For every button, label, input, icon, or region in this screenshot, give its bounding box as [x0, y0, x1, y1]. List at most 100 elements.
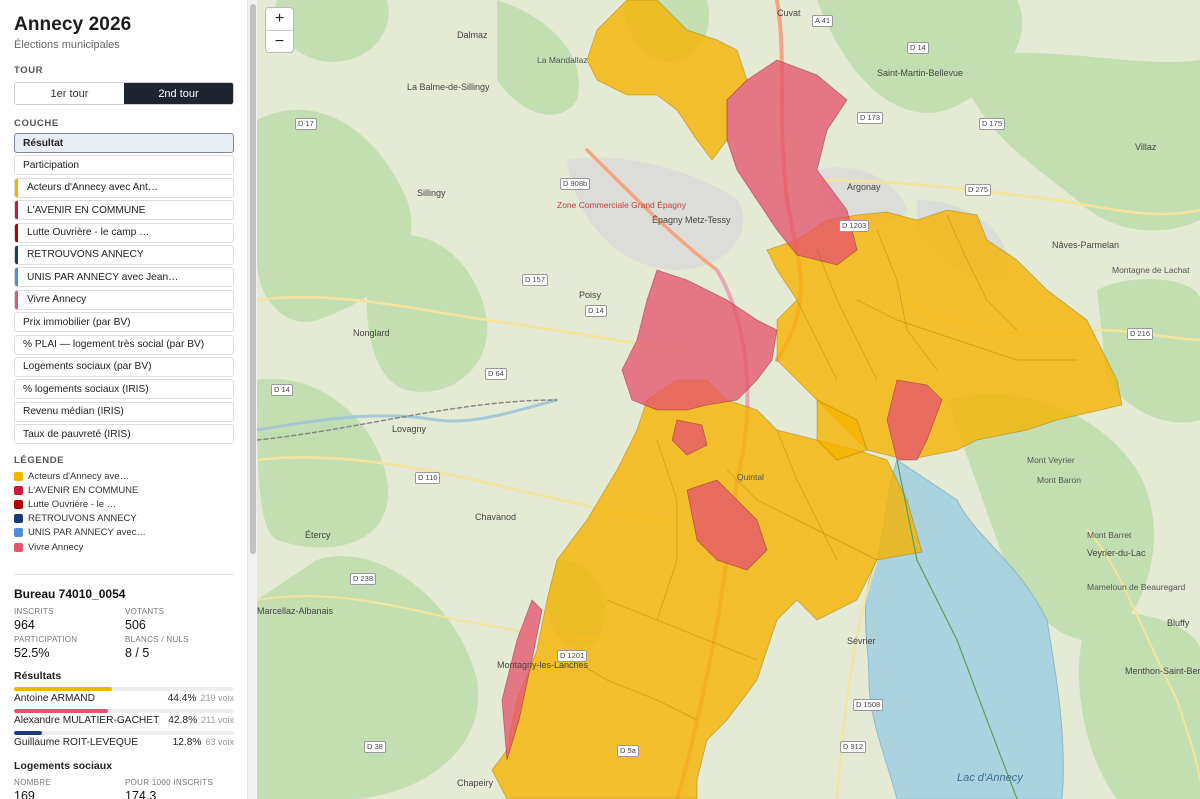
stat-value: 8 / 5: [125, 646, 150, 661]
road-label: D 908b: [560, 178, 591, 190]
place-label: Villaz: [1135, 142, 1157, 152]
layer-prix-immobilier-button[interactable]: Prix immobilier (par BV): [14, 312, 234, 333]
place-label: Chavanod: [475, 512, 517, 522]
layer-unis-annecy-button[interactable]: UNIS PAR ANNECY avec Jean…: [14, 267, 234, 288]
legend-item-label: UNIS PAR ANNECY avec…: [28, 527, 146, 539]
layer-avenir-commune-button[interactable]: L'AVENIR EN COMMUNE: [14, 200, 234, 221]
layer-label: Vivre Annecy: [27, 294, 87, 306]
legend-item: UNIS PAR ANNECY avec…: [14, 526, 234, 540]
layer-label: UNIS PAR ANNECY avec Jean…: [27, 271, 179, 283]
place-label: Bluffy: [1167, 618, 1190, 628]
road-label: D 216: [1127, 328, 1154, 340]
stat-value: 174.3: [125, 789, 157, 799]
map[interactable]: + − Cuvat Dalmaz La Mandallaz La Balme-d…: [257, 0, 1200, 799]
layer-revenu-median-button[interactable]: Revenu médian (IRIS): [14, 401, 234, 422]
app-title: Annecy 2026: [14, 14, 132, 35]
road-label: D 912: [840, 741, 867, 753]
scrollbar-thumb[interactable]: [250, 4, 256, 554]
layer-vivre-annecy-button[interactable]: Vivre Annecy: [14, 289, 234, 310]
party-color-bar: [15, 201, 18, 220]
legend-item: Vivre Annecy: [14, 540, 234, 554]
place-label: La Mandallaz: [537, 55, 588, 65]
layer-logements-sociaux-iris-button[interactable]: % logements sociaux (IRIS): [14, 379, 234, 400]
road-label: D 157: [522, 274, 549, 286]
tour-1-button[interactable]: 1er tour: [15, 83, 124, 104]
legend-item: Lutte Ouvrière - le …: [14, 497, 234, 511]
zoom-out-button[interactable]: −: [266, 30, 293, 52]
legend: Acteurs d'Annecy ave… L'AVENIR EN COMMUN…: [14, 469, 234, 554]
layer-label: Lutte Ouvrière - le camp …: [27, 227, 150, 239]
stat-label: VOTANTS: [125, 607, 165, 617]
road-label: D 1201: [557, 650, 588, 662]
party-color-bar: [15, 223, 18, 242]
stat-label: NOMBRE: [14, 778, 51, 788]
legend-swatch: [14, 528, 23, 538]
sidebar-scrollbar[interactable]: [247, 0, 257, 799]
legend-item: L'AVENIR EN COMMUNE: [14, 483, 234, 497]
candidate-name: Antoine ARMAND: [14, 693, 95, 705]
result-bar: [14, 687, 112, 692]
result-bar: [14, 709, 109, 714]
logements-stats: NOMBRE 169 POUR 1000 INSCRITS 174.3: [14, 778, 234, 799]
place-label: Lovagny: [392, 424, 427, 434]
divider: [14, 574, 234, 576]
stat-blancs-nuls: BLANCS / NULS 8 / 5: [125, 635, 234, 660]
place-label: Marcellaz-Albanais: [257, 606, 334, 616]
zoom-in-button[interactable]: +: [266, 8, 293, 30]
result-item: Alexandre MULATIER-GACHET 42.8% 211 voix: [14, 709, 234, 726]
tour-2-button[interactable]: 2nd tour: [124, 83, 233, 104]
legend-item-label: Vivre Annecy: [28, 541, 84, 553]
party-color-bar: [15, 245, 18, 264]
place-label: Quintal: [737, 472, 764, 482]
layer-label: Acteurs d'Annecy avec Ant…: [27, 182, 159, 194]
place-label: Menthon-Saint-Bernard: [1125, 666, 1200, 676]
place-label: Chapeiry: [457, 778, 494, 788]
layer-label: RETROUVONS ANNECY: [27, 249, 144, 261]
candidate-votes: 63 voix: [205, 737, 234, 748]
legend-label: LÉGENDE: [14, 455, 65, 467]
bureau-stats: INSCRITS 964 VOTANTS 506 PARTICIPATION 52.5…: [14, 607, 234, 660]
road-label: D 175: [979, 118, 1006, 130]
candidate-pct: 44.4%: [167, 693, 197, 705]
map-canvas: [257, 0, 1200, 799]
road-label: D 17: [295, 118, 317, 130]
stat-label: PARTICIPATION: [14, 635, 78, 645]
place-label: Mont Barret: [1087, 530, 1132, 540]
road-label: D 14: [271, 384, 293, 396]
tour-label: TOUR: [14, 65, 44, 76]
layer-taux-pauvrete-button[interactable]: Taux de pauvreté (IRIS): [14, 424, 234, 445]
legend-swatch: [14, 471, 23, 481]
result-item: Guillaume ROIT-LEVÊQUE 12.8% 63 voix: [14, 731, 234, 748]
app-subtitle: Élections municipales: [14, 39, 120, 51]
party-color-bar: [15, 268, 18, 287]
layer-retrouvons-annecy-button[interactable]: RETROUVONS ANNECY: [14, 244, 234, 265]
layer-logements-sociaux-bv-button[interactable]: Logements sociaux (par BV): [14, 356, 234, 377]
layer-plai-button[interactable]: % PLAI — logement très social (par BV): [14, 334, 234, 355]
stat-label: INSCRITS: [14, 607, 54, 617]
layer-acteurs-annecy-button[interactable]: Acteurs d'Annecy avec Ant…: [14, 177, 234, 198]
legend-swatch: [14, 514, 23, 524]
place-label: Mont Veyrier: [1027, 455, 1075, 465]
layer-participation-button[interactable]: Participation: [14, 155, 234, 176]
road-label: D 275: [965, 184, 992, 196]
place-label: Nonglard: [353, 328, 390, 338]
stat-value: 169: [14, 789, 35, 799]
couche-label: COUCHE: [14, 118, 59, 129]
legend-item: RETROUVONS ANNECY: [14, 512, 234, 526]
road-label: D 1203: [839, 220, 870, 232]
layer-lutte-ouvriere-button[interactable]: Lutte Ouvrière - le camp …: [14, 222, 234, 243]
result-bar: [14, 731, 43, 736]
legend-item-label: Lutte Ouvrière - le …: [28, 499, 117, 511]
place-label: Épagny Metz-Tessy: [652, 215, 731, 225]
layer-resultat-button[interactable]: Résultat: [14, 133, 234, 153]
candidate-votes: 211 voix: [201, 715, 234, 726]
candidate-votes: 219 voix: [200, 693, 234, 704]
place-label: Saint-Martin-Bellevue: [877, 68, 964, 78]
place-label: Cuvat: [777, 8, 801, 18]
place-label: Poisy: [579, 290, 602, 300]
road-label: D 64: [485, 368, 507, 380]
legend-swatch: [14, 485, 23, 495]
road-label: D 14: [585, 305, 607, 317]
legend-item: Acteurs d'Annecy ave…: [14, 469, 234, 483]
candidate-pct: 12.8%: [172, 737, 202, 749]
